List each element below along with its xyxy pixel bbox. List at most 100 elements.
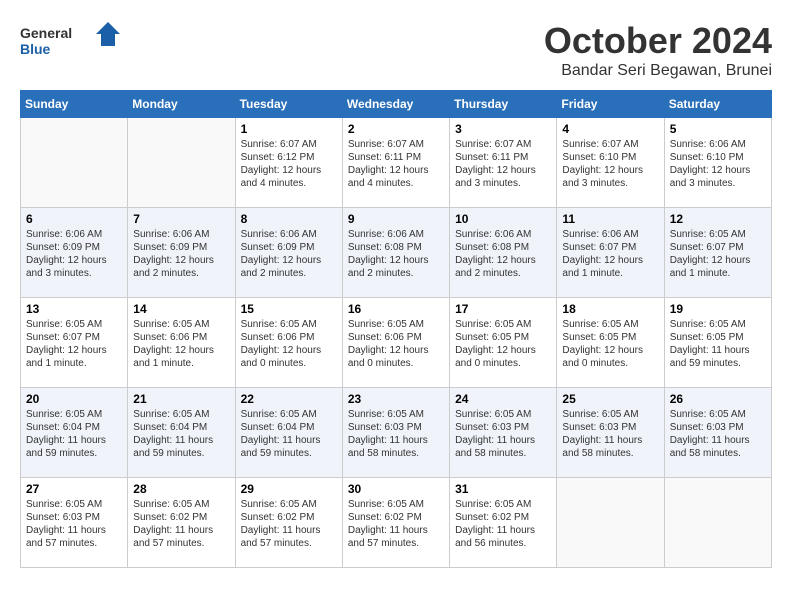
calendar-cell: 28 Sunrise: 6:05 AM Sunset: 6:02 PM Dayli… [128,478,235,568]
day-info: Sunrise: 6:05 AM Sunset: 6:02 PM Dayligh… [455,498,551,550]
title-area: October 2024 Bandar Seri Begawan, Brunei [544,20,772,80]
calendar-cell: 8 Sunrise: 6:06 AM Sunset: 6:09 PM Daylig… [235,208,342,298]
calendar-cell: 14Sunrise: 6:05 AM Sunset: 6:06 PM Dayli… [128,298,235,388]
day-number: 2 [348,122,444,136]
calendar-cell: 30Sunrise: 6:05 AM Sunset: 6:02 PM Dayli… [342,478,449,568]
calendar-cell: 17 Sunrise: 6:05 AM Sunset: 6:05 PM Dayli… [450,298,557,388]
calendar-cell: 1 Sunrise: 6:07 AM Sunset: 6:12 PM Daylig… [235,118,342,208]
day-number: 29 [241,482,337,496]
header-friday: Friday [557,91,664,118]
calendar-cell: 27Sunrise: 6:05 AM Sunset: 6:03 PM Dayli… [21,478,128,568]
calendar-cell: 10 Sunrise: 6:06 AM Sunset: 6:08 PM Dayli… [450,208,557,298]
calendar-cell: 22 Sunrise: 6:05 AM Sunset: 6:04 PM Dayli… [235,388,342,478]
day-info: Sunrise: 6:07 AM Sunset: 6:12 PM Dayligh… [241,138,337,190]
day-info: Sunrise: 6:06 AM Sunset: 6:09 PM Dayligh… [26,228,122,280]
calendar-cell: 9Sunrise: 6:06 AM Sunset: 6:08 PM Daylig… [342,208,449,298]
day-info: Sunrise: 6:06 AM Sunset: 6:10 PM Dayligh… [670,138,766,190]
svg-text:Blue: Blue [20,41,51,57]
logo-svg: General Blue [20,20,120,65]
day-info: Sunrise: 6:05 AM Sunset: 6:06 PM Dayligh… [241,318,337,370]
day-number: 27 [26,482,122,496]
calendar-cell: 25Sunrise: 6:05 AM Sunset: 6:03 PM Dayli… [557,388,664,478]
day-number: 28 [133,482,229,496]
day-info: Sunrise: 6:05 AM Sunset: 6:04 PM Dayligh… [26,408,122,460]
day-info: Sunrise: 6:05 AM Sunset: 6:04 PM Dayligh… [241,408,337,460]
day-info: Sunrise: 6:07 AM Sunset: 6:11 PM Dayligh… [348,138,444,190]
day-number: 19 [670,302,766,316]
calendar-cell: 19 Sunrise: 6:05 AM Sunset: 6:05 PM Dayli… [664,298,771,388]
day-info: Sunrise: 6:05 AM Sunset: 6:04 PM Dayligh… [133,408,229,460]
day-number: 11 [562,212,658,226]
day-number: 31 [455,482,551,496]
svg-text:General: General [20,25,72,41]
day-number: 1 [241,122,337,136]
calendar-cell [128,118,235,208]
day-info: Sunrise: 6:05 AM Sunset: 6:03 PM Dayligh… [455,408,551,460]
day-info: Sunrise: 6:05 AM Sunset: 6:07 PM Dayligh… [670,228,766,280]
day-number: 18 [562,302,658,316]
header-tuesday: Tuesday [235,91,342,118]
day-number: 20 [26,392,122,406]
day-number: 24 [455,392,551,406]
day-info: Sunrise: 6:05 AM Sunset: 6:05 PM Dayligh… [455,318,551,370]
day-number: 14 [133,302,229,316]
calendar-cell: 11 Sunrise: 6:06 AM Sunset: 6:07 PM Dayli… [557,208,664,298]
day-number: 7 [133,212,229,226]
day-info: Sunrise: 6:05 AM Sunset: 6:02 PM Dayligh… [133,498,229,550]
calendar-cell: 18 Sunrise: 6:05 AM Sunset: 6:05 PM Dayli… [557,298,664,388]
calendar-cell: 15 Sunrise: 6:05 AM Sunset: 6:06 PM Dayli… [235,298,342,388]
calendar-cell: 26 Sunrise: 6:05 AM Sunset: 6:03 PM Dayli… [664,388,771,478]
day-number: 25 [562,392,658,406]
header-saturday: Saturday [664,91,771,118]
calendar-cell: 4 Sunrise: 6:07 AM Sunset: 6:10 PM Daylig… [557,118,664,208]
calendar-cell: 5Sunrise: 6:06 AM Sunset: 6:10 PM Daylig… [664,118,771,208]
calendar-week-row: 27Sunrise: 6:05 AM Sunset: 6:03 PM Dayli… [21,478,772,568]
day-number: 6 [26,212,122,226]
day-number: 21 [133,392,229,406]
day-info: Sunrise: 6:06 AM Sunset: 6:09 PM Dayligh… [241,228,337,280]
day-info: Sunrise: 6:06 AM Sunset: 6:09 PM Dayligh… [133,228,229,280]
day-info: Sunrise: 6:05 AM Sunset: 6:05 PM Dayligh… [670,318,766,370]
day-info: Sunrise: 6:05 AM Sunset: 6:06 PM Dayligh… [348,318,444,370]
header-wednesday: Wednesday [342,91,449,118]
day-number: 8 [241,212,337,226]
calendar-cell: 13Sunrise: 6:05 AM Sunset: 6:07 PM Dayli… [21,298,128,388]
calendar-cell [664,478,771,568]
calendar-cell: 16Sunrise: 6:05 AM Sunset: 6:06 PM Dayli… [342,298,449,388]
day-info: Sunrise: 6:05 AM Sunset: 6:02 PM Dayligh… [348,498,444,550]
day-number: 17 [455,302,551,316]
day-info: Sunrise: 6:07 AM Sunset: 6:11 PM Dayligh… [455,138,551,190]
header-thursday: Thursday [450,91,557,118]
day-number: 22 [241,392,337,406]
calendar-week-row: 1 Sunrise: 6:07 AM Sunset: 6:12 PM Daylig… [21,118,772,208]
day-info: Sunrise: 6:07 AM Sunset: 6:10 PM Dayligh… [562,138,658,190]
calendar-cell: 7 Sunrise: 6:06 AM Sunset: 6:09 PM Daylig… [128,208,235,298]
calendar-cell: 24 Sunrise: 6:05 AM Sunset: 6:03 PM Dayli… [450,388,557,478]
calendar-cell: 12 Sunrise: 6:05 AM Sunset: 6:07 PM Dayli… [664,208,771,298]
day-number: 15 [241,302,337,316]
day-number: 4 [562,122,658,136]
calendar-cell: 2 Sunrise: 6:07 AM Sunset: 6:11 PM Daylig… [342,118,449,208]
calendar: SundayMondayTuesdayWednesdayThursdayFrid… [20,90,772,568]
calendar-week-row: 6 Sunrise: 6:06 AM Sunset: 6:09 PM Daylig… [21,208,772,298]
calendar-cell: 3 Sunrise: 6:07 AM Sunset: 6:11 PM Daylig… [450,118,557,208]
day-info: Sunrise: 6:05 AM Sunset: 6:05 PM Dayligh… [562,318,658,370]
calendar-cell: 31 Sunrise: 6:05 AM Sunset: 6:02 PM Dayli… [450,478,557,568]
calendar-cell: 29Sunrise: 6:05 AM Sunset: 6:02 PM Dayli… [235,478,342,568]
calendar-cell: 23Sunrise: 6:05 AM Sunset: 6:03 PM Dayli… [342,388,449,478]
calendar-cell [21,118,128,208]
location-title: Bandar Seri Begawan, Brunei [544,62,772,80]
header: General Blue October 2024 Bandar Seri Be… [20,20,772,80]
day-number: 3 [455,122,551,136]
day-info: Sunrise: 6:05 AM Sunset: 6:07 PM Dayligh… [26,318,122,370]
day-number: 12 [670,212,766,226]
calendar-week-row: 13Sunrise: 6:05 AM Sunset: 6:07 PM Dayli… [21,298,772,388]
day-number: 26 [670,392,766,406]
day-info: Sunrise: 6:05 AM Sunset: 6:03 PM Dayligh… [670,408,766,460]
day-info: Sunrise: 6:06 AM Sunset: 6:07 PM Dayligh… [562,228,658,280]
day-number: 10 [455,212,551,226]
day-info: Sunrise: 6:06 AM Sunset: 6:08 PM Dayligh… [455,228,551,280]
calendar-week-row: 20 Sunrise: 6:05 AM Sunset: 6:04 PM Dayli… [21,388,772,478]
day-info: Sunrise: 6:06 AM Sunset: 6:08 PM Dayligh… [348,228,444,280]
calendar-cell: 20 Sunrise: 6:05 AM Sunset: 6:04 PM Dayli… [21,388,128,478]
